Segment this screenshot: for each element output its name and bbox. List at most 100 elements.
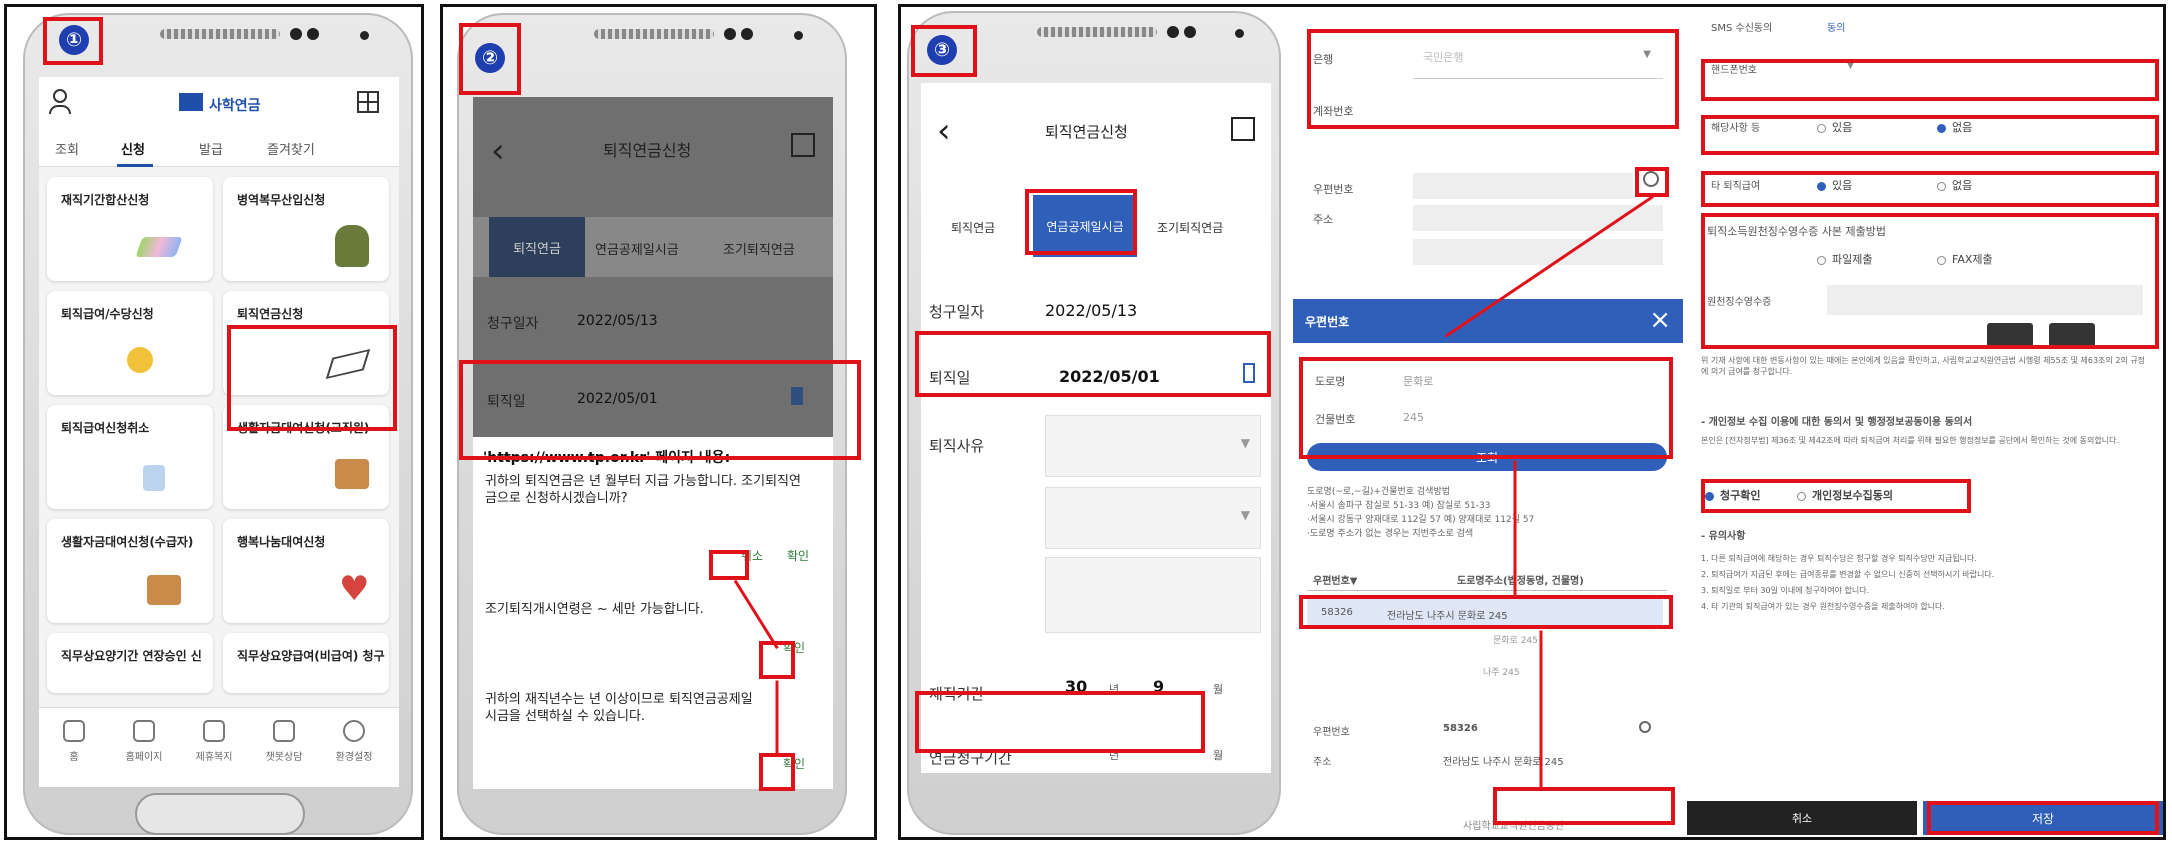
card-retirement-allowance[interactable]: 퇴직급여/수당신청 <box>47 291 213 395</box>
sms-value[interactable]: 동의 <box>1827 19 1845 34</box>
arrow <box>1513 460 1517 597</box>
claim-date-value: 2022/05/13 <box>1045 301 1138 320</box>
highlight-retire-date <box>459 360 861 460</box>
retire-reason-label: 퇴직사유 <box>929 437 985 455</box>
close-icon[interactable]: × <box>1649 305 1671 335</box>
reason-select[interactable]: ▼ <box>1045 415 1261 477</box>
back-chevron-icon[interactable]: ‹ <box>937 111 951 151</box>
tab-favorites[interactable]: 즐겨찾기 <box>267 139 315 158</box>
user-icon[interactable] <box>53 89 67 103</box>
tab-active-underline <box>117 164 153 167</box>
bag-icon <box>147 575 181 605</box>
speaker <box>1037 27 1157 37</box>
nav-settings[interactable]: 환경설정 <box>325 720 383 763</box>
card-duty-care-claim[interactable]: 직무상요양급여(비급여) 청구 <box>223 633 389 693</box>
tab-retirement-pension[interactable]: 퇴직연금 <box>951 219 995 236</box>
app-logo-icon <box>179 93 203 111</box>
globe-icon <box>133 720 155 742</box>
cancel-illustration-icon <box>143 465 165 491</box>
final-address-value: 전라남도 나주시 문화로 245 <box>1443 757 1564 768</box>
panel-step-2: ‹ 퇴직연금신청 퇴직연금 연금공제일시금 조기퇴직연금 청구일자 2022/0… <box>440 4 877 840</box>
highlight-result-row <box>1299 595 1673 629</box>
sms-label: SMS 수신동의 <box>1711 23 1773 34</box>
highlight-tax-radio <box>1701 115 2159 155</box>
sensor-dot <box>794 31 803 40</box>
consent-text: 본인은 [전자정부법] 제36조 및 제42조에 따라 퇴직급여 처리를 위해 … <box>1701 436 2120 445</box>
postcode-field[interactable] <box>1413 173 1633 199</box>
postcode-label: 우편번호 <box>1313 183 1354 196</box>
speaker <box>160 29 280 39</box>
result-sub-address: 문화로 245 <box>1493 636 1538 646</box>
arrow <box>1539 630 1543 791</box>
button-label: 취소 <box>1791 812 1813 825</box>
dialog-message-3: 귀하의 재직년수는 년 이상이므로 퇴직연금공제일시금을 선택하실 수 있습니다… <box>485 692 753 724</box>
panel-step-1: 사학연금 조회 신청 발급 즐겨찾기 재직기간합산신청 병역복무산입신청 퇴직급… <box>4 4 424 840</box>
nav-homepage[interactable]: 홈페이지 <box>115 720 173 763</box>
menu-grid-icon[interactable] <box>791 133 815 157</box>
search-help-text: 도로명(~로,~길)+건물번호 검색방법 ·서울시 송파구 잠실로 51-33 … <box>1307 487 1535 539</box>
highlight-doc-submit <box>1701 213 2159 349</box>
cancel-button[interactable]: 취소 <box>1687 801 1917 835</box>
coin-chart-icon <box>127 347 153 373</box>
highlight-search-icon <box>1635 167 1669 197</box>
bag-icon <box>335 459 369 489</box>
reason-detail-select[interactable]: ▼ <box>1045 487 1261 549</box>
nav-chatbot[interactable]: 챗봇상담 <box>255 720 313 763</box>
alert-dialog: 'https://www.tp.or.kr' 페이지 내용: 귀하의 퇴직연금은… <box>473 437 833 789</box>
final-postcode-label: 우편번호 <box>1313 727 1350 738</box>
card-duty-care-extension[interactable]: 직무상요양기간 연장승인 신 <box>47 633 213 693</box>
popup-title: 우편번호 <box>1305 315 1350 329</box>
reason-textarea[interactable] <box>1045 557 1261 633</box>
address-field[interactable] <box>1413 205 1663 231</box>
result-col-postcode[interactable]: 우편번호▼ <box>1313 572 1358 587</box>
soldier-illustration-icon <box>335 225 369 267</box>
tab-early-pension[interactable]: 조기퇴직연금 <box>723 239 795 258</box>
card-military-service[interactable]: 병역복무산입신청 <box>223 177 389 281</box>
highlight-confirm <box>759 753 795 791</box>
highlight-other-benefit <box>1701 171 2159 207</box>
dialog-confirm-button[interactable]: 확인 <box>787 547 809 564</box>
search-icon[interactable] <box>1639 721 1651 733</box>
final-address-label: 주소 <box>1313 757 1332 768</box>
claim-date-label: 청구일자 <box>929 303 985 321</box>
card-happiness-loan[interactable]: 행복나눔대여신청 ♥ <box>223 519 389 623</box>
claim-date-value: 2022/05/13 <box>577 313 658 329</box>
card-living-loan-recipient[interactable]: 생활자금대여신청(수급자) <box>47 519 213 623</box>
menu-grid-icon[interactable] <box>1231 117 1255 141</box>
nav-home[interactable]: 홈 <box>45 720 103 763</box>
home-button <box>135 793 305 835</box>
tab-retirement-pension[interactable]: 퇴직연금 <box>489 217 585 277</box>
tab-early-pension[interactable]: 조기퇴직연금 <box>1157 219 1223 236</box>
nav-welfare[interactable]: 제휴복지 <box>185 720 243 763</box>
tab-row: 퇴직연금 연금공제일시금 조기퇴직연금 <box>473 217 833 277</box>
highlight-phone <box>1701 59 2159 101</box>
heart-icon: ♥ <box>339 569 370 609</box>
tab-lump-sum[interactable]: 연금공제일시금 <box>595 239 679 258</box>
card-title: 재직기간합산신청 <box>61 193 150 207</box>
highlight-detail-address <box>1493 787 1675 825</box>
page-title: 퇴직연금신청 <box>1045 123 1128 141</box>
card-retirement-cancel[interactable]: 퇴직급여신청취소 <box>47 405 213 509</box>
tab-apply[interactable]: 신청 <box>121 139 145 158</box>
back-chevron-icon[interactable]: ‹ <box>491 131 505 171</box>
claim-date-label: 청구일자 <box>487 316 539 332</box>
step-number-3: ③ <box>927 35 957 65</box>
nav-label: 환경설정 <box>335 752 373 763</box>
arrow <box>775 680 779 755</box>
tab-bar: 조회 신청 발급 즐겨찾기 <box>39 127 399 167</box>
highlight-pension-card <box>227 325 397 431</box>
highlight-road-building <box>1299 357 1673 459</box>
sensor-dot <box>360 31 369 40</box>
dialog-message-1: 귀하의 퇴직연금은 년 월부터 지급 가능합니다. 조기퇴직연금으로 신청하시겠… <box>485 474 801 506</box>
tab-issue[interactable]: 발급 <box>199 139 223 158</box>
address-detail-field[interactable] <box>1413 239 1663 265</box>
tab-inquiry[interactable]: 조회 <box>55 139 79 158</box>
highlight-save <box>1927 801 2159 835</box>
card-service-period[interactable]: 재직기간합산신청 <box>47 177 213 281</box>
camera-dot <box>1167 26 1179 38</box>
chevron-down-icon: ▼ <box>1240 508 1250 522</box>
notice-text: 위 기재 사항에 대한 변동사항이 있는 때에는 본인에게 있음을 확인하고, … <box>1701 356 2146 376</box>
card-title: 생활자금대여신청(수급자) <box>61 535 194 549</box>
menu-grid-icon[interactable] <box>357 91 379 113</box>
card-title: 퇴직연금신청 <box>237 307 304 321</box>
